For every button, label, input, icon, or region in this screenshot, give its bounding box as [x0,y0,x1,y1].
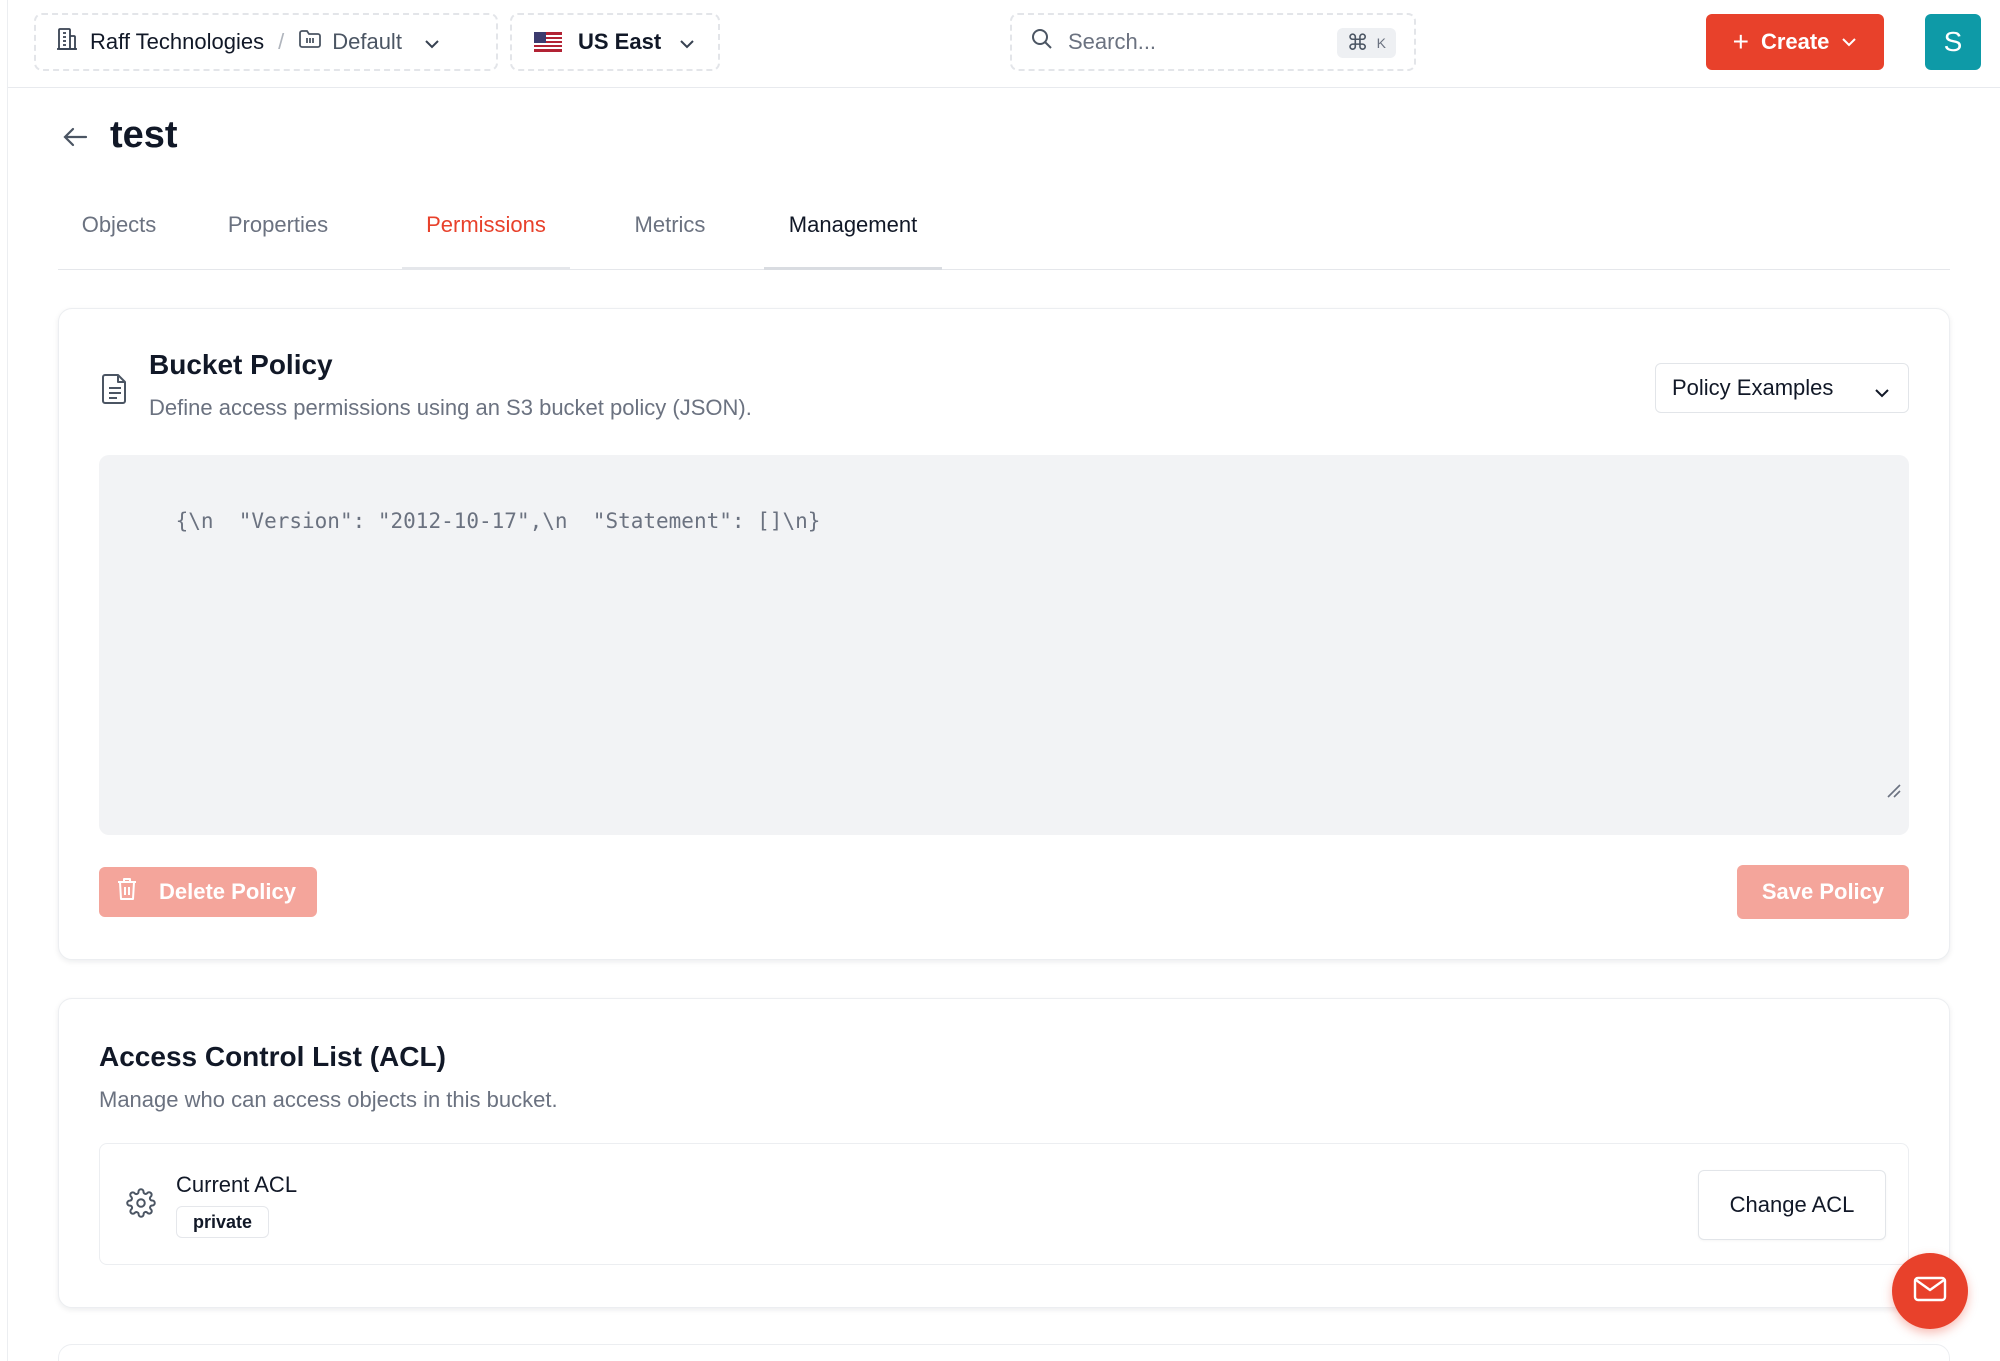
workspace-switcher[interactable]: Raff Technologies / Default [34,13,498,71]
arrow-left-icon [62,126,88,153]
acl-status-badge: private [176,1206,270,1238]
us-flag-icon [534,32,562,52]
delete-policy-button[interactable]: Delete Policy [99,867,317,917]
top-bar: Raff Technologies / Default US East Sear… [8,0,2000,88]
policy-json-text: {\n "Version": "2012-10-17",\n "Statemen… [175,509,821,533]
breadcrumb-separator: / [278,29,285,54]
bucket-policy-title: Bucket Policy [149,349,333,380]
delete-policy-label: Delete Policy [159,879,296,904]
policy-examples-dropdown[interactable]: Policy Examples [1655,363,1909,413]
bucket-policy-card: Bucket Policy Define access permissions … [58,308,1950,960]
folder-icon [298,29,322,55]
back-button[interactable] [58,122,92,156]
tab-properties[interactable]: Properties [206,196,350,270]
resize-handle-icon[interactable] [1809,755,1901,827]
command-key: ⌘ [1346,30,1369,55]
policy-examples-label: Policy Examples [1672,375,1834,400]
search-placeholder: Search... [1068,29,1157,54]
acl-title: Access Control List (ACL) [99,1041,446,1072]
organization-name: Raff Technologies [90,29,265,54]
tab-permissions[interactable]: Permissions [402,196,570,270]
acl-description: Manage who can access objects in this bu… [99,1087,558,1112]
acl-card: Access Control List (ACL) Manage who can… [58,998,1950,1308]
trash-icon [117,877,137,907]
shortcut-hint: ⌘ K [1336,28,1396,58]
building-icon [56,27,78,57]
chevron-down-icon [679,29,695,55]
avatar[interactable]: S [1925,14,1981,70]
support-chat-button[interactable] [1892,1253,1968,1329]
chevron-down-icon [424,29,440,55]
create-label: Create [1760,29,1830,54]
tab-bar: Objects Properties Permissions Metrics M… [58,196,1950,270]
page-title: test [110,114,178,156]
tab-management[interactable]: Management [764,196,942,270]
tab-metrics[interactable]: Metrics [618,196,722,270]
next-card [58,1344,1950,1361]
chevron-down-icon [1874,378,1890,404]
project-name: Default [332,29,402,54]
region-switcher[interactable]: US East [510,13,720,71]
bucket-policy-description: Define access permissions using an S3 bu… [149,395,752,420]
current-acl-row: Current ACL private Change ACL [99,1143,1909,1265]
change-acl-button[interactable]: Change ACL [1698,1170,1886,1240]
document-icon [101,373,129,410]
current-acl-label: Current ACL [176,1172,298,1197]
left-rail [0,0,8,1361]
chevron-down-icon [1841,37,1857,47]
search-icon [1030,27,1054,57]
tab-objects[interactable]: Objects [58,196,180,270]
mail-icon [1913,1276,1947,1307]
search-input[interactable]: Search... ⌘ K [1010,13,1416,71]
policy-json-editor[interactable]: {\n "Version": "2012-10-17",\n "Statemen… [99,455,1909,835]
plus-icon: + [1732,26,1749,57]
save-policy-button[interactable]: Save Policy [1737,865,1909,919]
shortcut-key: K [1376,35,1386,51]
gear-icon [126,1188,156,1223]
create-button[interactable]: + Create [1706,14,1884,70]
region-name: US East [578,29,662,54]
